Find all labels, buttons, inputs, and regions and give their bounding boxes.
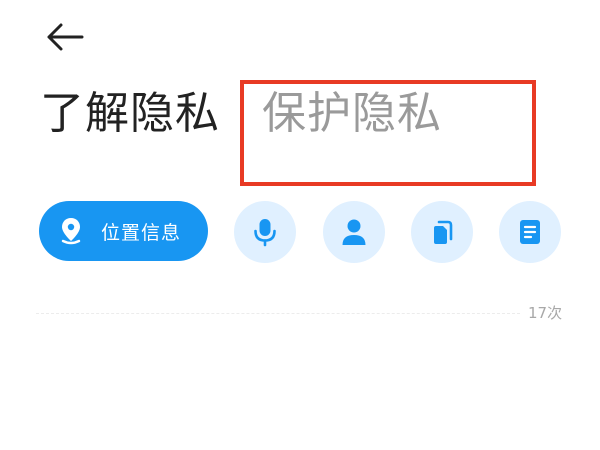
files-icon	[434, 220, 453, 244]
location-pin-icon	[57, 215, 85, 247]
chip-location[interactable]: 位置信息	[39, 201, 208, 261]
tab-understand-privacy[interactable]: 了解隐私	[40, 82, 220, 146]
back-button[interactable]	[44, 20, 84, 54]
timeline-divider	[36, 313, 520, 314]
chip-files[interactable]	[411, 201, 473, 263]
notes-icon	[520, 220, 540, 244]
chip-contacts[interactable]	[323, 201, 385, 263]
chip-location-label: 位置信息	[101, 221, 182, 244]
tab-protect-privacy[interactable]: 保护隐私	[262, 82, 442, 146]
arrow-left-icon	[47, 23, 84, 51]
microphone-icon	[254, 219, 276, 247]
chip-microphone[interactable]	[234, 201, 296, 263]
contact-person-icon	[342, 219, 366, 245]
access-count: 17次	[528, 304, 563, 322]
chip-notes[interactable]	[499, 201, 561, 263]
